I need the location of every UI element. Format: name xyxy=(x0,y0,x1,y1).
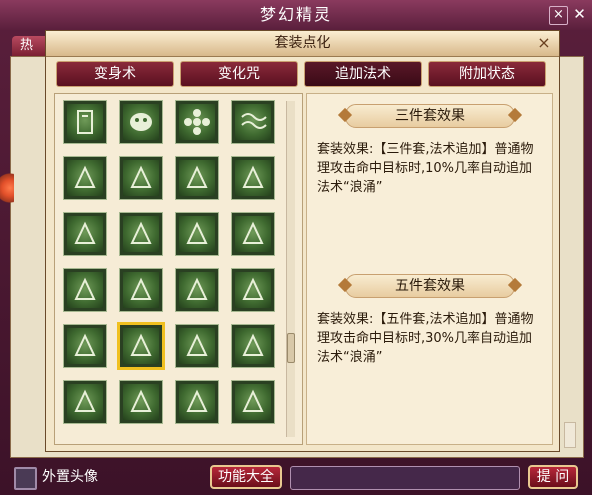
raven-icon[interactable] xyxy=(175,268,219,312)
section-text: 套装效果:【五件套,法术追加】普通物理攻击命中目标时,30%几率自动追加法术“浪… xyxy=(317,312,534,365)
surge-wave-icon[interactable] xyxy=(117,322,165,370)
section-text: 套装效果:【三件套,法术追加】普通物理攻击命中目标时,10%几率自动追加法术“浪… xyxy=(317,142,534,195)
window-close-button[interactable]: × xyxy=(549,6,568,25)
dialog-close-button[interactable]: × xyxy=(536,35,552,51)
torrent-icon[interactable] xyxy=(119,380,163,424)
window-title: 梦幻精灵 xyxy=(0,0,592,30)
effect-panel: 三件套效果 套装效果:【三件套,法术追加】普通物理攻击命中目标时,10%几率自动… xyxy=(306,93,553,445)
bear-icon[interactable] xyxy=(63,268,107,312)
chat-input[interactable] xyxy=(290,466,520,490)
flame-icon[interactable] xyxy=(231,380,275,424)
tab-curse[interactable]: 变化咒 xyxy=(180,61,298,87)
tree-icon[interactable] xyxy=(119,156,163,200)
leaf-icon[interactable] xyxy=(231,212,275,256)
peaks-icon[interactable] xyxy=(175,324,219,368)
scrollbar-thumb[interactable] xyxy=(287,333,295,363)
wind-icon[interactable] xyxy=(231,324,275,368)
stone-tablet-icon[interactable] xyxy=(63,100,107,144)
claw-icon[interactable] xyxy=(231,268,275,312)
section-heading: 五件套效果 xyxy=(345,274,515,298)
icon-grid-scrollbar[interactable] xyxy=(286,101,295,437)
window-close-icon[interactable]: ✕ xyxy=(571,6,588,23)
tab-extra-status[interactable]: 附加状态 xyxy=(428,61,546,87)
effect-panel-scrollbar[interactable] xyxy=(564,422,576,448)
suit-enhance-dialog: 套装点化 × 变身术 变化咒 追加法术 附加状态 三件套效果 套装效果:【三件套… xyxy=(45,30,560,452)
tab-extra-spell[interactable]: 追加法术 xyxy=(304,61,422,87)
arrows-icon[interactable] xyxy=(63,212,107,256)
mask-icon[interactable] xyxy=(119,100,163,144)
beetle-icon[interactable] xyxy=(175,212,219,256)
swirl-icon[interactable] xyxy=(119,212,163,256)
external-avatar-label: 外置头像 xyxy=(42,469,98,485)
mountains-icon[interactable] xyxy=(63,156,107,200)
fire-emblem-icon[interactable] xyxy=(175,156,219,200)
external-avatar-checkbox[interactable] xyxy=(14,467,37,490)
serpent-icon[interactable] xyxy=(119,268,163,312)
dialog-title: 套装点化 xyxy=(274,35,331,51)
maze-icon[interactable] xyxy=(231,156,275,200)
vortex-icon[interactable] xyxy=(175,380,219,424)
avatar-peek xyxy=(0,170,14,208)
tab-transform[interactable]: 变身术 xyxy=(56,61,174,87)
section-heading: 三件套效果 xyxy=(345,104,515,128)
totem-icon[interactable] xyxy=(63,380,107,424)
function-list-button[interactable]: 功能大全 xyxy=(210,465,282,489)
waves-icon[interactable] xyxy=(231,100,275,144)
demon-face-icon[interactable] xyxy=(63,324,107,368)
ask-button[interactable]: 提 问 xyxy=(528,465,578,489)
flower-icon[interactable] xyxy=(175,100,219,144)
tab-bar: 变身术 变化咒 追加法术 附加状态 xyxy=(46,61,559,87)
